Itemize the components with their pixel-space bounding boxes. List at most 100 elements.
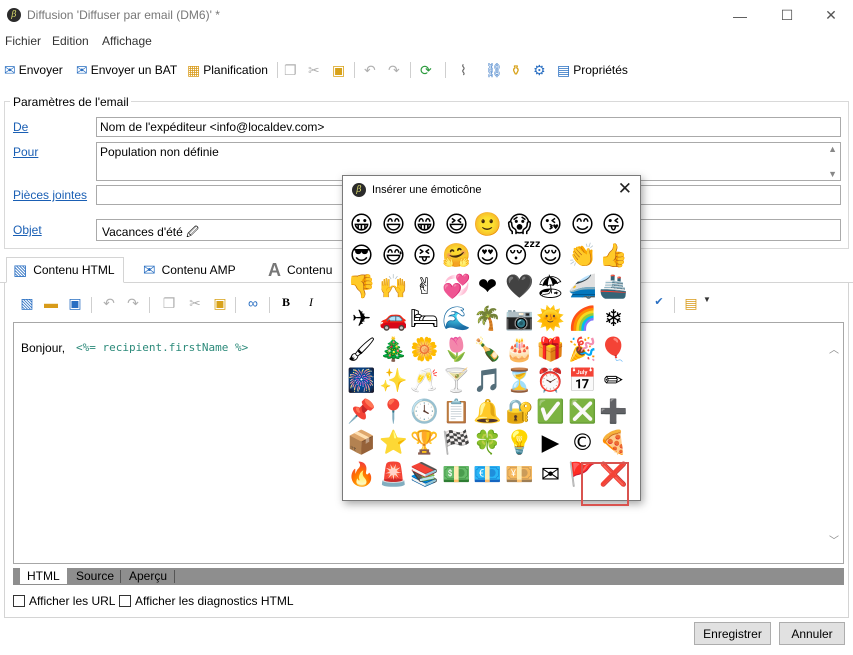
emoji-item[interactable]: ❎ [567,397,598,428]
open-folder-icon[interactable]: ▬ [41,295,61,311]
show-diagnostics-checkbox[interactable]: Afficher les diagnostics HTML [119,594,294,608]
emoji-item[interactable]: 🕓 [409,397,440,428]
emoji-item[interactable]: 📚 [409,460,440,491]
scroll-down-icon[interactable]: ▼ [828,169,837,179]
scroll-up-icon[interactable]: ︿ [829,341,839,356]
emoji-item[interactable]: 😘 [535,210,566,241]
menu-fichier[interactable]: Fichier [5,34,41,48]
bold-button[interactable]: B [276,295,296,310]
attachment-button[interactable]: ⌇ [460,60,470,80]
italic-button[interactable]: I [301,295,321,310]
emoji-item[interactable]: ▶ [535,428,566,459]
emoji-item[interactable]: 🙂 [472,210,503,241]
emoji-item[interactable]: 🍕 [598,428,629,459]
emoji-item[interactable]: 🎵 [472,366,503,397]
emoji-item[interactable]: 🤗 [441,241,472,272]
cancel-button[interactable]: Annuler [779,622,845,645]
tracking-button[interactable]: ⚙ [533,60,549,80]
tab-html-content[interactable]: ▧ Contenu HTML [6,257,124,283]
emoji-item[interactable]: 🍸 [441,366,472,397]
emoji-item[interactable]: ✈ [346,304,377,335]
emoji-item[interactable]: 🎄 [378,335,409,366]
emoji-item[interactable]: ❄ [598,304,629,335]
emoji-item[interactable]: 🍾 [472,335,503,366]
new-document-icon[interactable]: ▧ [17,295,37,312]
emoji-item[interactable]: ⏳ [504,366,535,397]
emoji-item[interactable]: 😄 [378,210,409,241]
emoji-item[interactable]: 🏖 [535,272,566,303]
emoji-item[interactable]: 🌷 [441,335,472,366]
emoji-item[interactable]: 🏆 [409,428,440,459]
emoji-item[interactable]: 🎂 [504,335,535,366]
view-tab-source[interactable]: Source [69,568,121,585]
send-bat-button[interactable]: ✉ Envoyer un BAT [76,60,177,80]
emoji-item[interactable]: 🚄 [567,272,598,303]
emoji-item[interactable]: 🚢 [598,272,629,303]
emoji-item[interactable]: 🖌 [346,335,377,366]
binoculars-icon[interactable]: ∞ [243,295,263,311]
refresh-button[interactable]: ⟳ [420,60,435,80]
show-urls-checkbox[interactable]: Afficher les URL [13,594,115,608]
undo-icon[interactable]: ↶ [99,295,119,312]
clipboard-icon[interactable]: ▣ [210,295,230,312]
emoji-item[interactable]: 😱 [504,210,535,241]
emoji-item[interactable]: 😍 [472,241,503,272]
menu-edition[interactable]: Edition [52,34,89,48]
copy-button[interactable]: ❐ [284,60,300,80]
emoji-item[interactable]: ✌ [409,272,440,303]
from-label[interactable]: De [13,120,28,134]
redo-button[interactable]: ↷ [388,60,403,80]
emoji-item[interactable]: 💵 [441,460,472,491]
redo-icon[interactable]: ↷ [123,295,143,312]
emoji-item[interactable]: 📦 [346,428,377,459]
emoji-item[interactable]: 📌 [346,397,377,428]
cut-button[interactable]: ✂ [308,60,323,80]
scroll-up-icon[interactable]: ▲ [828,144,837,154]
subject-label[interactable]: Objet [13,223,42,237]
link-button[interactable]: ⛓ [485,60,506,80]
emoji-item[interactable]: 🙌 [378,272,409,303]
emoji-item[interactable]: 😆 [441,210,472,241]
emoji-item[interactable]: 💴 [504,460,535,491]
from-field[interactable]: Nom de l'expéditeur <info@localdev.com> [96,117,841,137]
to-label[interactable]: Pour [13,145,38,159]
emoji-item[interactable]: 💡 [504,428,535,459]
tab-amp-content[interactable]: ✉ Contenu AMP [137,257,244,283]
emoji-item[interactable]: 📅 [567,366,598,397]
undo-button[interactable]: ↶ [364,60,379,80]
paste-button[interactable]: ▣ [332,60,348,80]
chevron-down-icon[interactable]: ▼ [697,295,717,304]
attachments-label[interactable]: Pièces jointes [13,188,87,202]
emoji-item[interactable]: 😊 [567,210,598,241]
emoji-item[interactable]: 😁 [409,210,440,241]
emoji-item[interactable]: ➕ [598,397,629,428]
emoji-item[interactable]: 😅 [378,241,409,272]
menu-affichage[interactable]: Affichage [102,34,152,48]
copy-icon[interactable]: ❐ [159,295,179,312]
emoji-item[interactable]: 🎁 [535,335,566,366]
emoji-item[interactable]: 🏁 [441,428,472,459]
send-button[interactable]: ✉ Envoyer [4,60,63,80]
emoji-item[interactable]: 💶 [472,460,503,491]
save-icon[interactable]: ▣ [65,295,85,312]
emoji-item[interactable]: 🌼 [409,335,440,366]
emoji-item[interactable]: 📍 [378,397,409,428]
close-button[interactable]: ✕ [808,0,853,31]
emoji-item[interactable]: 😎 [346,241,377,272]
emoji-item[interactable]: 👍 [598,241,629,272]
emoji-item[interactable]: ✉ [535,460,566,491]
personalize-button[interactable]: ⚱ [510,60,525,80]
emoji-item[interactable]: 💞 [441,272,472,303]
save-button[interactable]: Enregistrer [694,622,771,645]
spellcheck-icon[interactable]: ✔ [649,295,669,308]
emoji-item[interactable]: 🖤 [504,272,535,303]
emoji-item[interactable]: ✅ [535,397,566,428]
emoji-item[interactable]: 🔔 [472,397,503,428]
emoji-item[interactable]: ⭐ [378,428,409,459]
emoji-item[interactable]: 😝 [409,241,440,272]
emoji-item[interactable]: 🎆 [346,366,377,397]
emoji-item[interactable]: 👏 [567,241,598,272]
emoji-item[interactable]: 📋 [441,397,472,428]
close-icon[interactable]: ✕ [618,179,632,199]
emoji-item[interactable]: 🥂 [409,366,440,397]
